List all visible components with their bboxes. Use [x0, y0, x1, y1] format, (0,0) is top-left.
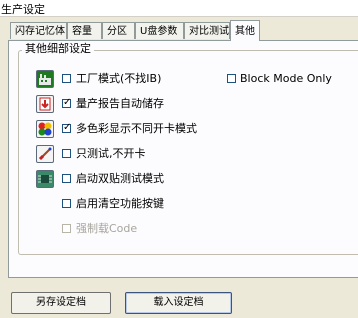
factory-mode-label: 工厂模式(不找IB): [76, 72, 162, 85]
dual-test-mode-label: 启动双贴测试模式: [76, 172, 164, 185]
option-force-load-code: 强制载Code: [36, 220, 336, 238]
block-mode-label: Block Mode Only: [240, 72, 332, 85]
option-clear-button: 启用清空功能按键: [36, 195, 336, 213]
clear-button-label: 启用清空功能按键: [76, 197, 164, 210]
chip-icon: [36, 170, 54, 188]
test-only-label: 只测试,不开卡: [76, 147, 146, 160]
factory-icon: [36, 70, 54, 88]
window-title: 生产设定: [1, 3, 45, 16]
factory-mode-checkbox[interactable]: [62, 74, 71, 83]
option-dual-test-mode: 启动双贴测试模式: [36, 170, 336, 188]
option-multi-color-display: ✓ 多色彩显示不同开卡模式: [36, 120, 336, 138]
save-settings-button[interactable]: 另存设定档: [11, 292, 111, 314]
option-test-only: 只测试,不开卡: [36, 145, 336, 163]
option-block-mode: Block Mode Only: [227, 72, 347, 90]
load-settings-button[interactable]: 载入设定档: [125, 292, 232, 314]
multi-color-display-label: 多色彩显示不同开卡模式: [76, 122, 197, 135]
save-report-icon: [36, 95, 54, 113]
multi-color-display-checkbox[interactable]: ✓: [62, 122, 72, 133]
tab-other[interactable]: 其他: [230, 20, 260, 41]
group-title: 其他细部设定: [22, 42, 94, 56]
auto-save-report-label: 量产报告自动储存: [76, 97, 164, 110]
check-mark-icon: ✓: [63, 97, 72, 108]
force-load-code-checkbox: [62, 224, 71, 233]
tab-partition[interactable]: 分区: [102, 22, 135, 39]
auto-save-report-checkbox[interactable]: ✓: [62, 97, 72, 108]
tab-udisk-params[interactable]: U盘参数: [135, 22, 184, 39]
option-auto-save-report: ✓ 量产报告自动储存: [36, 95, 336, 113]
title-bar: 生产设定: [0, 0, 358, 17]
test-only-icon: [36, 145, 54, 163]
tab-compare-test[interactable]: 对比测试: [184, 22, 230, 39]
tab-flash-memory[interactable]: 闪存记忆体: [10, 22, 67, 39]
dual-test-mode-checkbox[interactable]: [62, 174, 71, 183]
check-mark-icon: ✓: [63, 122, 72, 133]
test-only-checkbox[interactable]: [62, 149, 71, 158]
tab-capacity[interactable]: 容量: [67, 22, 102, 39]
force-load-code-label: 强制载Code: [76, 222, 138, 235]
color-display-icon: [36, 120, 54, 138]
block-mode-checkbox[interactable]: [227, 74, 236, 83]
clear-button-checkbox[interactable]: [62, 199, 71, 208]
